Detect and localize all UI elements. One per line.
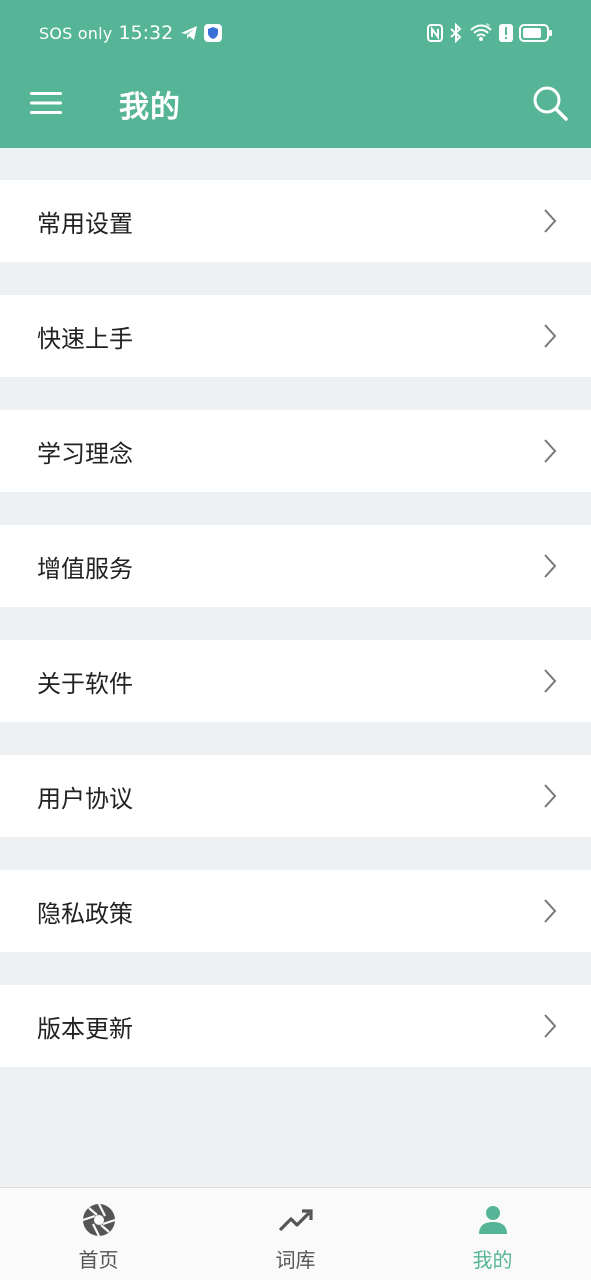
chevron-right-icon (544, 669, 557, 693)
search-button[interactable] (529, 82, 571, 124)
page-title: 我的 (119, 90, 181, 125)
search-icon (533, 86, 568, 121)
clock-time: 15:32 (118, 22, 174, 44)
status-left: SOS only 15:32 (39, 19, 223, 47)
menu-item-label: 学习理念 (37, 439, 133, 468)
tab-label: 首页 (78, 1248, 119, 1272)
shield-icon (204, 24, 223, 42)
carrier-text: SOS only (39, 23, 113, 43)
status-right: 6 (427, 19, 553, 47)
menu-item-label: 增值服务 (37, 554, 133, 583)
tab-vocabulary[interactable]: 词库 (197, 1188, 394, 1280)
menu-item-privacy-policy[interactable]: 隐私政策 (0, 870, 591, 952)
status-bar: SOS only 15:32 6 (0, 0, 591, 66)
menu-item-value-added-services[interactable]: 增值服务 (0, 525, 591, 607)
aperture-icon (81, 1202, 117, 1238)
wifi-icon: 6 (470, 23, 492, 41)
tab-home[interactable]: 首页 (0, 1188, 197, 1280)
bluetooth-icon (450, 23, 462, 43)
tab-label: 我的 (472, 1248, 513, 1272)
menu-item-common-settings[interactable]: 常用设置 (0, 180, 591, 262)
svg-text:6: 6 (486, 23, 490, 29)
trending-up-icon (278, 1202, 314, 1238)
tab-mine[interactable]: 我的 (394, 1188, 591, 1280)
screen: SOS only 15:32 6 我的 常用设置 快速上手 学习理念 增值服务 … (0, 0, 591, 1280)
chevron-right-icon (544, 784, 557, 808)
chevron-right-icon (544, 324, 557, 348)
telegram-icon (181, 26, 198, 40)
menu-item-user-agreement[interactable]: 用户协议 (0, 755, 591, 837)
chevron-right-icon (544, 439, 557, 463)
chevron-right-icon (544, 899, 557, 923)
alert-icon (499, 24, 513, 42)
menu-item-label: 版本更新 (37, 1014, 133, 1043)
tab-label: 词库 (275, 1248, 316, 1272)
menu-item-label: 隐私政策 (37, 899, 133, 928)
chevron-right-icon (544, 1014, 557, 1038)
top-bar: SOS only 15:32 6 我的 (0, 0, 591, 148)
bottom-navigation: 首页 词库 我的 (0, 1187, 591, 1280)
menu-item-quick-start[interactable]: 快速上手 (0, 295, 591, 377)
battery-icon (519, 24, 552, 42)
app-bar: 我的 (0, 66, 591, 148)
menu-item-version-update[interactable]: 版本更新 (0, 985, 591, 1067)
hamburger-icon (30, 92, 62, 114)
menu-item-about-software[interactable]: 关于软件 (0, 640, 591, 722)
menu-item-label: 常用设置 (37, 209, 133, 238)
menu-item-learning-philosophy[interactable]: 学习理念 (0, 410, 591, 492)
nfc-icon (427, 24, 443, 42)
person-icon (475, 1202, 511, 1238)
menu-item-label: 快速上手 (37, 324, 133, 353)
menu-item-label: 关于软件 (37, 669, 133, 698)
menu-item-label: 用户协议 (37, 784, 133, 813)
chevron-right-icon (544, 209, 557, 233)
menu-button[interactable] (26, 83, 66, 123)
chevron-right-icon (544, 554, 557, 578)
